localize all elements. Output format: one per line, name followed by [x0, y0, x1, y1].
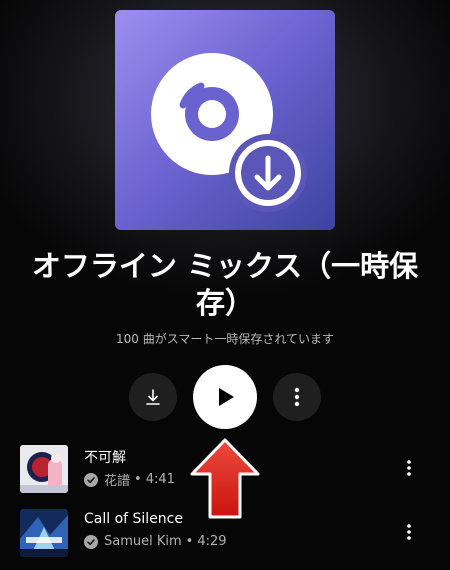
track-more-button[interactable] [402, 521, 416, 543]
disc-download-icon [151, 53, 307, 212]
download-icon [146, 389, 160, 405]
playlist-subtitle: 100 曲がスマート一時保存されています [115, 332, 334, 346]
track-duration: 4:29 [197, 534, 227, 549]
playlist-title: オフライン ミックス（一時保存） [31, 249, 419, 320]
separator-dot: • [134, 472, 142, 487]
playlist-cover [115, 10, 335, 230]
red-up-arrow-icon [190, 438, 260, 519]
track-title: 不可解 [84, 450, 126, 466]
more-vert-icon [407, 460, 411, 476]
track-artist: Samuel Kim [104, 534, 182, 549]
track-meta: 花譜 • 4:41 [84, 470, 175, 489]
track-thumbnail [20, 509, 68, 557]
track-duration: 4:41 [145, 472, 175, 487]
more-options-button[interactable] [273, 373, 321, 421]
more-vert-icon [407, 524, 411, 540]
download-button[interactable] [129, 373, 177, 421]
track-artist: 花譜 [104, 474, 131, 489]
play-button[interactable] [193, 365, 257, 429]
track-meta: Samuel Kim • 4:29 [84, 534, 227, 549]
check-circle-icon [84, 534, 98, 549]
track-thumbnail [20, 445, 68, 493]
play-icon [219, 388, 234, 406]
separator-dot: • [185, 534, 194, 549]
track-more-button[interactable] [402, 457, 416, 479]
track-title: Call of Silence [84, 511, 183, 527]
check-circle-icon [84, 472, 98, 487]
more-vert-icon [294, 387, 300, 407]
